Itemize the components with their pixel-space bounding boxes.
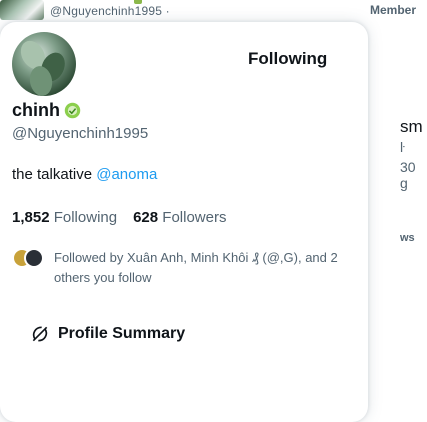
background-text-fragment: 30 g (400, 159, 416, 191)
display-name-row: chinh (12, 100, 81, 121)
followers-count: 628 (133, 209, 159, 226)
display-name[interactable]: chinh (12, 100, 60, 121)
member-row[interactable]: @Nguyenchinh1995 · Member (0, 0, 427, 22)
background-text-fragment: ws (400, 232, 415, 244)
follower-avatar (24, 248, 44, 268)
followed-by-section[interactable]: Followed by Xuân Anh, Minh Khôi ₰ (@,G),… (12, 248, 352, 292)
profile-summary-button[interactable]: Profile Summary (30, 321, 185, 347)
profile-bio: the talkative @anoma (12, 166, 157, 183)
verified-badge-icon (64, 102, 81, 119)
followed-by-text: Followed by Xuân Anh, Minh Khôi ₰ (@,G),… (54, 250, 338, 285)
following-stat[interactable]: 1,852 Following (12, 209, 117, 226)
member-badge: Member (370, 3, 417, 17)
following-button[interactable]: Following (232, 42, 343, 76)
profile-stats: 1,852 Following 628 Followers (12, 209, 226, 226)
followers-label: Followers (162, 209, 227, 226)
profile-summary-label: Profile Summary (58, 325, 186, 342)
bio-mention-link[interactable]: @anoma (96, 166, 157, 183)
background-text-fragment: ŀ (400, 139, 405, 155)
profile-handle[interactable]: @Nguyenchinh1995 (12, 125, 148, 142)
following-label: Following (53, 209, 118, 226)
followers-you-know-avatars (12, 248, 44, 270)
bio-text: the talkative (12, 166, 97, 183)
followers-stat[interactable]: 628 Followers (133, 209, 226, 226)
following-count: 1,852 (12, 209, 50, 226)
member-avatar[interactable] (0, 0, 44, 20)
profile-hover-card: Following chinh @Nguyenchinh1995 the tal… (0, 22, 368, 422)
background-text-fragment: sm (400, 117, 423, 136)
member-handle: @Nguyenchinh1995 · (50, 4, 170, 18)
profile-avatar[interactable] (12, 32, 76, 96)
grok-icon (32, 326, 48, 342)
